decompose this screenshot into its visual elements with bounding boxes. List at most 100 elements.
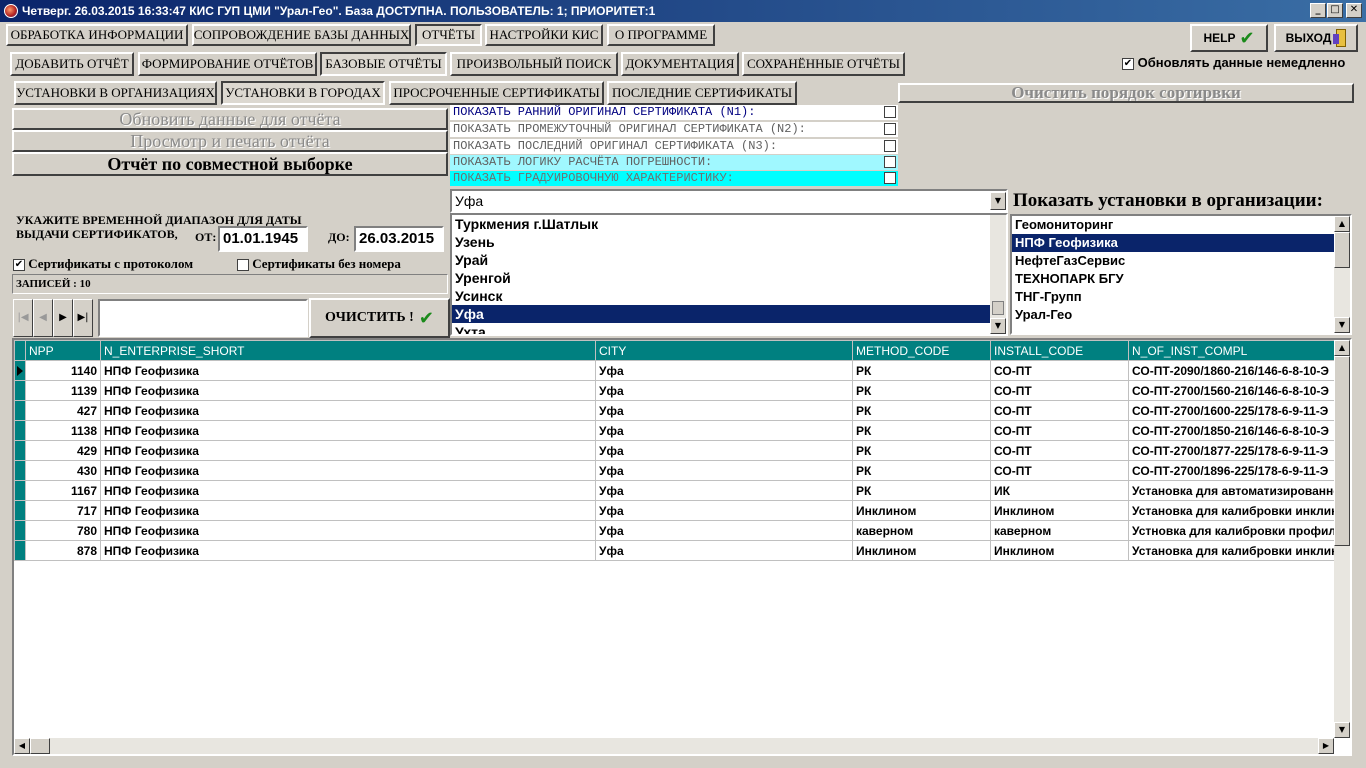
subtab-city-installations[interactable]: УСТАНОВКИ В ГОРОДАХ bbox=[221, 81, 385, 105]
close-button[interactable]: ✕ bbox=[1346, 3, 1362, 18]
exit-button[interactable]: ВЫХОД bbox=[1274, 24, 1358, 52]
table-cell[interactable]: Уфа bbox=[595, 460, 853, 481]
org-list[interactable]: Геомониторинг НПФ Геофизика НефтеГазСерв… bbox=[1010, 214, 1352, 335]
city-item-selected[interactable]: Уфа bbox=[452, 305, 990, 323]
city-item[interactable]: Туркмения г.Шатлык bbox=[452, 215, 1006, 233]
current-row-indicator-icon[interactable] bbox=[14, 360, 26, 381]
table-cell[interactable]: 780 bbox=[25, 520, 101, 541]
grid-vertical-scrollbar[interactable]: ▲ ▼ bbox=[1334, 340, 1350, 738]
table-cell[interactable]: СО-ПТ bbox=[990, 360, 1129, 381]
table-cell[interactable]: Устновка для калибровки профило bbox=[1128, 520, 1335, 541]
table-cell[interactable]: Уфа bbox=[595, 540, 853, 561]
table-cell[interactable]: ИК bbox=[990, 480, 1129, 501]
table-cell[interactable]: СО-ПТ bbox=[990, 440, 1129, 461]
table-cell[interactable]: Инклином bbox=[990, 500, 1129, 521]
table-cell[interactable]: Уфа bbox=[595, 500, 853, 521]
column-header[interactable]: N_OF_INST_COMPL bbox=[1128, 340, 1335, 361]
scroll-up-icon[interactable]: ▲ bbox=[1334, 340, 1350, 356]
table-cell[interactable]: СО-ПТ bbox=[990, 460, 1129, 481]
table-cell[interactable]: 427 bbox=[25, 400, 101, 421]
column-header[interactable]: CITY bbox=[595, 340, 853, 361]
tab-base-reports[interactable]: БАЗОВЫЕ ОТЧЁТЫ bbox=[320, 52, 447, 76]
table-cell[interactable]: РК bbox=[852, 420, 991, 441]
subtab-org-installations[interactable]: УСТАНОВКИ В ОРГАНИЗАЦИЯХ bbox=[14, 81, 217, 105]
column-header[interactable]: METHOD_CODE bbox=[852, 340, 991, 361]
city-item[interactable]: Ухта bbox=[452, 323, 1006, 334]
menu-data-processing[interactable]: ОБРАБОТКА ИНФОРМАЦИИ bbox=[6, 24, 188, 46]
scroll-thumb[interactable] bbox=[1334, 232, 1350, 268]
table-row[interactable]: 1140 НПФ Геофизика Уфа РК СО-ПТ СО-ПТ-2090/18… bbox=[14, 360, 1335, 381]
table-row[interactable]: 429 НПФ Геофизика Уфа РК СО-ПТ СО-ПТ-2700/187… bbox=[14, 440, 1335, 461]
table-cell[interactable]: каверном bbox=[990, 520, 1129, 541]
table-cell[interactable]: каверном bbox=[852, 520, 991, 541]
table-cell[interactable]: Инклином bbox=[852, 540, 991, 561]
option-intermediate-original[interactable]: ПОКАЗАТЬ ПРОМЕЖУТОЧНЫЙ ОРИГИНАЛ СЕРТИФИК… bbox=[450, 122, 898, 138]
scroll-down-icon[interactable]: ▼ bbox=[990, 318, 1006, 334]
table-cell[interactable]: НПФ Геофизика bbox=[100, 460, 596, 481]
row-indicator[interactable] bbox=[14, 400, 26, 421]
city-combo[interactable]: Уфа ▼ bbox=[450, 189, 1008, 213]
table-cell[interactable]: НПФ Геофизика bbox=[100, 520, 596, 541]
table-cell[interactable]: Уфа bbox=[595, 360, 853, 381]
table-cell[interactable]: НПФ Геофизика bbox=[100, 360, 596, 381]
tab-form-reports[interactable]: ФОРМИРОВАНИЕ ОТЧЁТОВ bbox=[138, 52, 317, 76]
tab-documentation[interactable]: ДОКУМЕНТАЦИЯ bbox=[621, 52, 739, 76]
scroll-right-icon[interactable]: ▶ bbox=[1318, 738, 1334, 754]
maximize-button[interactable]: □ bbox=[1327, 3, 1343, 18]
table-cell[interactable]: СО-ПТ-2700/1600-225/178-6-9-11-Э bbox=[1128, 400, 1335, 421]
option-last-original-checkbox[interactable] bbox=[884, 140, 896, 152]
table-cell[interactable]: СО-ПТ bbox=[990, 400, 1129, 421]
table-cell[interactable]: 1140 bbox=[25, 360, 101, 381]
table-cell[interactable]: СО-ПТ-2700/1850-216/146-6-8-10-Э bbox=[1128, 420, 1335, 441]
option-calibration-curve[interactable]: ПОКАЗАТЬ ГРАДУИРОВОЧНУЮ ХАРАКТЕРИСТИКУ: bbox=[450, 171, 898, 187]
table-row[interactable]: 430 НПФ Геофизика Уфа РК СО-ПТ СО-ПТ-2700/189… bbox=[14, 460, 1335, 481]
menu-reports[interactable]: ОТЧЁТЫ bbox=[415, 24, 482, 46]
table-row[interactable]: 1167 НПФ Геофизика Уфа РК ИК Установка для ав… bbox=[14, 480, 1335, 501]
org-item-selected[interactable]: НПФ Геофизика bbox=[1012, 234, 1334, 252]
row-indicator[interactable] bbox=[14, 540, 26, 561]
data-grid[interactable]: NPP N_ENTERPRISE_SHORT CITY METHOD_CODE … bbox=[12, 338, 1352, 756]
option-error-logic-checkbox[interactable] bbox=[884, 156, 896, 168]
update-immediately-checkbox[interactable]: ✔ bbox=[1122, 57, 1134, 70]
org-list-scrollbar[interactable]: ▲ ▼ bbox=[1334, 216, 1350, 333]
table-cell[interactable]: РК bbox=[852, 440, 991, 461]
table-cell[interactable]: СО-ПТ-2700/1560-216/146-6-8-10-Э bbox=[1128, 380, 1335, 401]
table-cell[interactable]: Уфа bbox=[595, 520, 853, 541]
table-cell[interactable]: НПФ Геофизика bbox=[100, 500, 596, 521]
refresh-report-data-button[interactable]: Обновить данные для отчёта bbox=[12, 108, 448, 130]
org-item[interactable]: Урал-Гео bbox=[1012, 306, 1350, 324]
city-item[interactable]: Узень bbox=[452, 233, 1006, 251]
scroll-up-icon[interactable]: ▲ bbox=[1334, 216, 1350, 232]
table-cell[interactable]: Уфа bbox=[595, 400, 853, 421]
table-cell[interactable]: 717 bbox=[25, 500, 101, 521]
date-to-input[interactable]: 26.03.2015 bbox=[354, 226, 444, 252]
menu-settings[interactable]: НАСТРОЙКИ КИС bbox=[485, 24, 603, 46]
with-protocol[interactable]: ✔ Сертификаты с протоколом bbox=[13, 256, 193, 272]
table-cell[interactable]: Инклином bbox=[852, 500, 991, 521]
subtab-last-certs[interactable]: ПОСЛЕДНИЕ СЕРТИФИКАТЫ bbox=[607, 81, 797, 105]
org-item[interactable]: НефтеГазСервис bbox=[1012, 252, 1350, 270]
table-row[interactable]: 878 НПФ Геофизика Уфа Инклином Инклином Устан… bbox=[14, 540, 1335, 561]
column-header[interactable]: NPP bbox=[25, 340, 101, 361]
org-item[interactable]: ТЕХНОПАРК БГУ bbox=[1012, 270, 1350, 288]
first-record-icon[interactable]: |◀ bbox=[13, 299, 33, 337]
table-cell[interactable]: РК bbox=[852, 380, 991, 401]
option-last-original[interactable]: ПОКАЗАТЬ ПОСЛЕДНИЙ ОРИГИНАЛ СЕРТИФИКАТА … bbox=[450, 139, 898, 155]
table-cell[interactable]: 430 bbox=[25, 460, 101, 481]
city-item[interactable]: Уренгой bbox=[452, 269, 1006, 287]
table-cell[interactable]: РК bbox=[852, 400, 991, 421]
option-calibration-curve-checkbox[interactable] bbox=[884, 172, 896, 184]
update-immediately[interactable]: ✔ Обновлять данные немедленно bbox=[1122, 55, 1345, 70]
table-cell[interactable]: Инклином bbox=[990, 540, 1129, 561]
help-button[interactable]: HELP ✔ bbox=[1190, 24, 1268, 52]
org-item[interactable]: ТНГ-Групп bbox=[1012, 288, 1350, 306]
table-cell[interactable]: Уфа bbox=[595, 380, 853, 401]
table-cell[interactable]: СО-ПТ bbox=[990, 420, 1129, 441]
scroll-thumb[interactable] bbox=[992, 301, 1004, 315]
table-cell[interactable]: НПФ Геофизика bbox=[100, 400, 596, 421]
table-cell[interactable]: Установка для калибровки инклин bbox=[1128, 540, 1335, 561]
with-protocol-checkbox[interactable]: ✔ bbox=[13, 259, 25, 272]
table-cell[interactable]: РК bbox=[852, 360, 991, 381]
table-row[interactable]: 1138 НПФ Геофизика Уфа РК СО-ПТ СО-ПТ-2700/18… bbox=[14, 420, 1335, 441]
table-cell[interactable]: СО-ПТ bbox=[990, 380, 1129, 401]
